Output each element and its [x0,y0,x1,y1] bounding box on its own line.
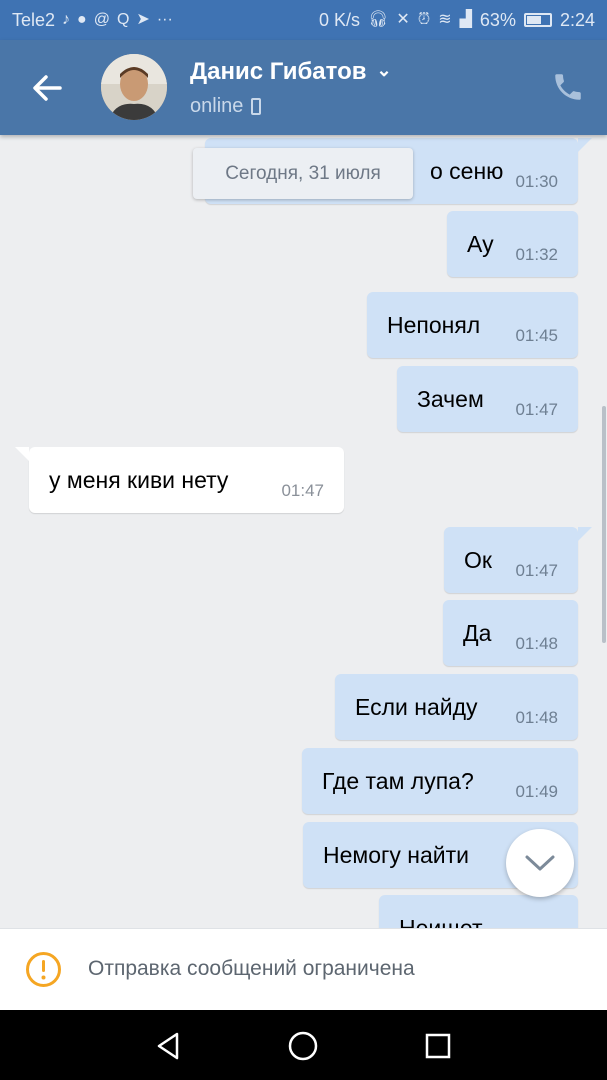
net-speed: 0 K/s [318,9,360,30]
contact-status: online [190,95,262,118]
message-text: Немогу найти [323,842,470,868]
restriction-text: Отправка сообщений ограничена [88,957,415,980]
mute-icon: ✕ [396,11,410,28]
headphones-icon: 🎧︎ [368,11,389,28]
message-time: 01:47 [515,400,558,419]
nav-recents-button[interactable] [418,1026,458,1066]
home-circle-icon [288,1031,318,1061]
chat-bubble-icon: ● [77,11,87,28]
carrier-label: Tele2 [12,9,56,30]
call-button[interactable] [551,70,585,104]
message-time: 01:30 [515,172,558,191]
clock: 2:24 [559,9,595,30]
message-text: у меня киви нету [49,467,229,493]
chevron-down-icon: ⌄ [376,60,392,80]
message-text: Неищет [399,915,483,928]
message-text: о сеню [430,158,504,184]
message-time: 01:47 [281,481,324,500]
battery-icon [523,13,552,27]
signal-icon: ▟ [459,11,472,28]
chevron-down-icon [525,855,555,871]
status-bar: Tele2 ♪ ● @ Q ➤ ··· 0 K/s 🎧︎ ✕ ⏰︎ ≋ ▟ 63… [0,0,607,40]
messaging-restricted-bar: Отправка сообщений ограничена [0,928,607,1011]
nav-back-button[interactable] [148,1026,188,1066]
message-text: Где там лупа? [322,768,474,794]
message-time: 01:32 [515,245,558,264]
chat-header: Данис Гибатов ⌄ online [0,40,607,135]
nav-home-button[interactable] [283,1026,323,1066]
contact-name-button[interactable]: Данис Гибатов ⌄ [190,58,392,86]
system-navigation-bar [0,1010,607,1080]
message-time: 01:48 [515,634,558,653]
status-text: online [190,95,244,117]
message-list[interactable]: Сегодня, 31 июля о сеню 01:30 Ау 01:32 Н… [0,135,607,928]
avatar[interactable] [101,54,167,120]
message-bubble[interactable]: Да 01:48 [443,600,578,666]
message-time: 01:47 [515,561,558,580]
message-bubble[interactable]: Где там лупа? 01:49 [302,748,578,814]
back-arrow-icon [33,75,62,101]
back-triangle-icon [157,1032,179,1060]
message-bubble[interactable]: Зачем 01:47 [397,366,578,432]
message-bubble[interactable]: Ок 01:47 [444,527,592,593]
message-bubble[interactable]: Если найду 01:48 [335,674,578,740]
message-time: 01:49 [515,782,558,801]
message-bubble[interactable]: Непонял 01:45 [367,292,578,358]
message-text: Зачем [417,386,484,412]
message-text: Непонял [387,312,481,338]
message-time: 01:48 [515,708,558,727]
battery-percent: 63% [479,9,516,30]
mobile-device-icon [251,98,262,115]
more-notifications-icon: ··· [156,11,173,28]
q-app-icon: Q [116,11,130,28]
phone-call-icon [555,74,581,100]
scroll-to-bottom-button[interactable] [506,829,574,897]
message-time: 01:45 [515,326,558,345]
message-text: Ок [464,547,492,573]
message-text: Да [463,620,492,646]
warning-icon [26,952,61,987]
alarm-icon: ⏰︎ [417,11,431,28]
contact-name: Данис Гибатов [190,58,367,85]
message-text: Если найду [355,694,478,720]
wifi-icon: ≋ [438,11,452,28]
message-bubble[interactable]: Ау 01:32 [447,211,578,277]
scrollbar[interactable] [602,406,606,643]
date-separator: Сегодня, 31 июля [193,148,413,199]
message-bubble[interactable]: Неищет [379,895,578,928]
message-text: Ау [467,231,494,257]
message-bubble[interactable]: у меня киви нету 01:47 [15,447,344,513]
music-note-icon: ♪ [62,11,71,28]
recents-square-icon [425,1033,451,1059]
at-sign-icon: @ [93,11,110,28]
telegram-icon: ➤ [136,11,150,28]
back-button[interactable] [28,70,68,106]
